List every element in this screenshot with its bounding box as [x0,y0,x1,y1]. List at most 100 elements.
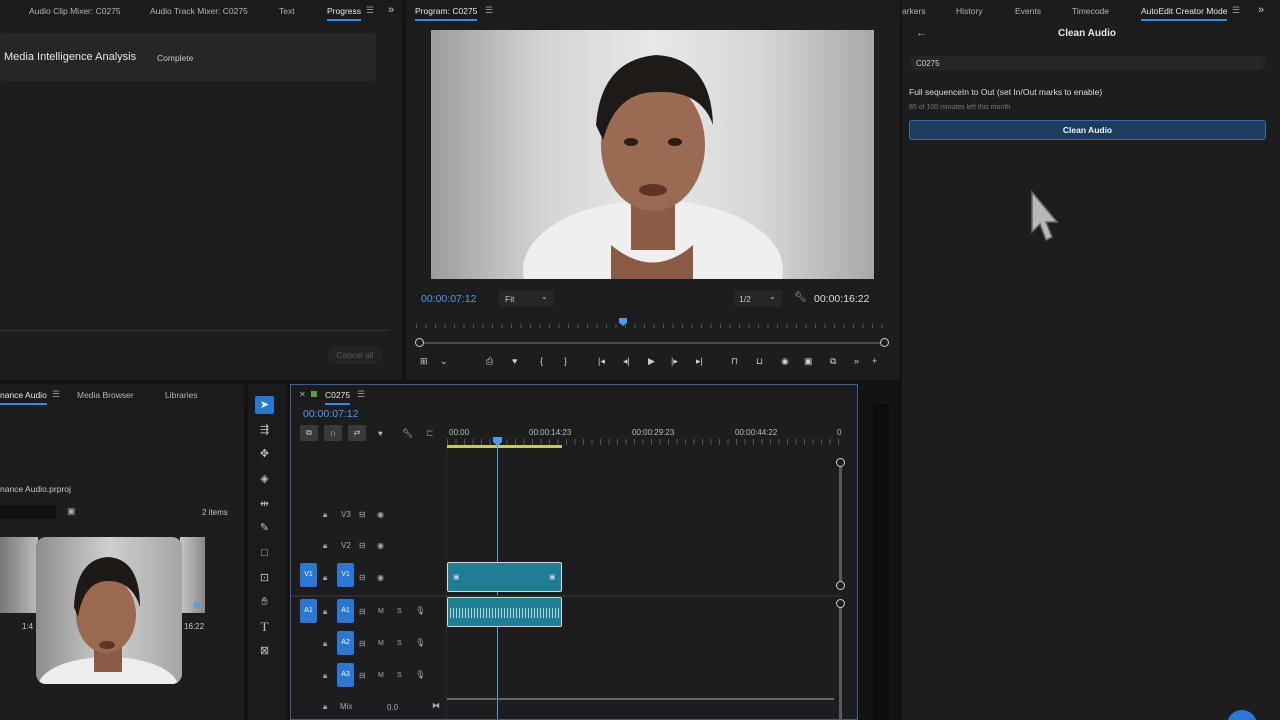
lock-icon[interactable]: 🔒︎ [323,573,327,583]
tab-events[interactable]: Events [1015,6,1041,16]
close-icon[interactable]: ✕ [299,390,306,399]
tab-progress[interactable]: Progress [327,6,362,21]
tab-media-browser[interactable]: Media Browser [77,390,134,400]
sequence-field[interactable]: C0275 [910,56,1266,70]
track-target-a2[interactable]: A2 [337,631,354,655]
chevron-down-icon[interactable]: ⌄ [440,356,448,367]
sync-lock-icon[interactable]: ⊟ [359,607,366,617]
more-tabs-icon[interactable]: » [1258,4,1264,16]
step-forward-icon[interactable]: |▸ [671,356,678,367]
tab-sequence[interactable]: C0275 [325,390,351,405]
audio-clip[interactable] [447,597,562,627]
track-select-tool-icon[interactable]: ⇶ [258,424,271,437]
scroll-handle[interactable] [836,581,845,590]
panel-menu-icon[interactable]: ☰ [357,389,365,400]
tab-autoedit[interactable]: AutoEdit Creator Mode [1141,6,1228,21]
more-icon[interactable]: » [854,356,859,366]
clean-audio-button[interactable]: Clean Audio [909,120,1266,140]
microphone-icon[interactable]: 🎙︎ [415,670,425,680]
settings-icon[interactable]: ⊞ [420,356,428,367]
audio-scrollbar[interactable] [839,605,842,719]
lock-icon[interactable]: 🔒︎ [323,541,327,551]
scroll-handle-right[interactable] [880,338,889,347]
program-timecode[interactable]: 00:00:07:12 [421,293,476,305]
track-target-v1[interactable]: V1 [337,563,354,587]
play-icon[interactable]: ▶ [648,356,655,367]
lock-icon[interactable]: 🔒︎ [323,639,327,649]
mix-value[interactable]: 0.0 [387,703,398,713]
captions-icon[interactable]: ⊏ [426,428,434,439]
go-to-in-icon[interactable]: |◂ [598,356,605,367]
more-tabs-icon[interactable]: » [388,4,394,16]
add-marker-icon[interactable]: ♥ [378,429,383,438]
mute-button[interactable]: M [378,639,384,649]
scrub-ruler[interactable] [416,318,890,330]
sync-lock-icon[interactable]: ⊟ [359,639,366,649]
extract-icon[interactable]: ⊔ [756,356,763,367]
tab-markers[interactable]: arkers [902,6,926,16]
wrench-icon[interactable]: 🔧︎ [794,292,807,303]
video-clip[interactable]: ▣ ▣ [447,562,562,592]
lift-icon[interactable]: ⊓ [731,356,738,367]
resolution-select[interactable]: 1/2 ⌄ [734,290,782,307]
step-back-icon[interactable]: ◂| [623,356,630,367]
tab-audio-clip-mixer[interactable]: Audio Clip Mixer: C0275 [29,6,121,16]
tab-timecode[interactable]: Timecode [1072,6,1109,16]
camera-icon[interactable]: ◉ [781,356,789,367]
transcribe-tool-icon[interactable]: ⊠ [258,645,271,658]
go-to-out-icon[interactable]: ▸| [696,356,703,367]
solo-button[interactable]: S [397,639,402,649]
sync-lock-icon[interactable]: ⊟ [359,541,366,551]
add-button-icon[interactable]: + [872,356,877,366]
help-button[interactable] [1227,710,1257,720]
eye-icon[interactable]: ◉ [377,573,384,583]
lock-icon[interactable]: 🔒︎ [323,702,327,712]
new-bin-icon[interactable]: ▣ [67,506,76,517]
track-target-a1[interactable]: A1 [337,599,354,623]
timeline-timecode[interactable]: 00:00:07:12 [303,408,358,420]
zoom-scrollbar[interactable] [419,342,887,344]
solo-button[interactable]: S [397,671,402,681]
rectangle-tool-icon[interactable]: □ [258,547,271,560]
safe-margins-icon[interactable]: ⧉ [830,356,836,367]
tab-history[interactable]: History [956,6,982,16]
clip-thumbnail[interactable] [0,537,38,613]
tab-audio-track-mixer[interactable]: Audio Track Mixer: C0275 [150,6,248,16]
lock-icon[interactable]: 🔒︎ [323,510,327,520]
horizontal-scrollbar[interactable] [447,698,834,700]
lock-icon[interactable]: 🔒︎ [323,607,327,617]
pen-tool-icon[interactable]: ✎ [258,522,271,535]
zoom-select[interactable]: Fit ⌄ [499,290,554,307]
microphone-icon[interactable]: 🎙︎ [415,638,425,648]
project-search-input[interactable] [0,505,56,519]
scroll-handle-left[interactable] [415,338,424,347]
nest-toggle-icon[interactable]: ⧉ [300,425,318,441]
tab-text[interactable]: Text [279,6,295,16]
panel-menu-icon[interactable]: ☰ [52,389,60,400]
microphone-icon[interactable]: 🎙︎ [415,606,425,616]
tab-project[interactable]: nance Audio [0,390,47,405]
video-scrollbar[interactable] [839,463,842,585]
eye-icon[interactable]: ◉ [377,510,384,520]
source-patch-v1[interactable]: V1 [300,563,317,587]
solo-button[interactable]: S [397,607,402,617]
ripple-edit-tool-icon[interactable]: ✥ [258,448,271,461]
compare-icon[interactable]: ▣ [804,356,813,367]
panel-menu-icon[interactable]: ☰ [1232,5,1240,16]
export-frame-icon[interactable]: ⎙ [486,356,493,367]
tab-libraries[interactable]: Libraries [165,390,198,400]
eye-icon[interactable]: ◉ [377,541,384,551]
track-target-a3[interactable]: A3 [337,663,354,687]
type-tool-icon[interactable]: T [258,620,271,633]
timeline-settings-icon[interactable]: 🔧︎ [402,428,413,439]
mark-in-icon[interactable]: { [540,356,543,366]
marker-icon[interactable]: ♥ [512,356,517,366]
razor-tool-icon[interactable]: ◈ [258,473,271,486]
scroll-handle[interactable] [836,599,845,608]
mute-button[interactable]: M [378,607,384,617]
video-frame[interactable] [431,30,874,279]
panel-menu-icon[interactable]: ☰ [485,5,493,16]
selection-tool-icon[interactable]: ➤ [255,396,274,414]
sync-lock-icon[interactable]: ⊟ [359,510,366,520]
mark-out-icon[interactable]: } [564,356,567,366]
